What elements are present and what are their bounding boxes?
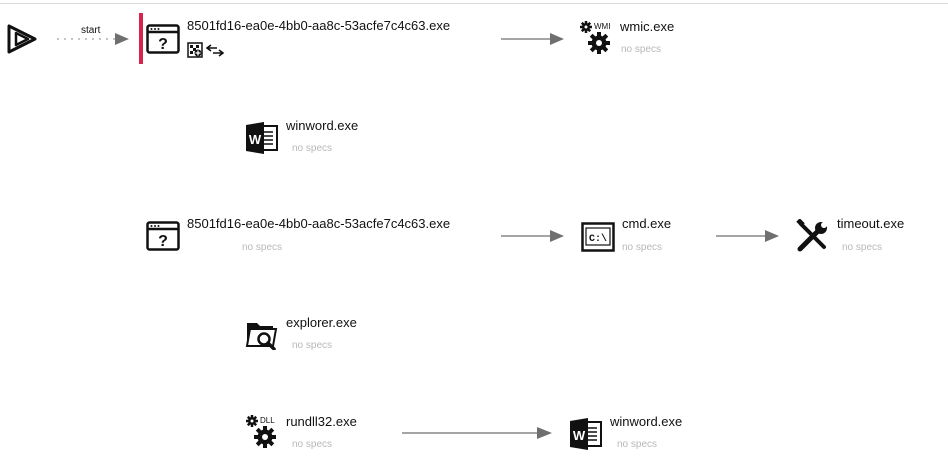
selected-process-marker	[139, 13, 143, 64]
process-specs: no specs	[292, 340, 333, 351]
folder-search-icon[interactable]	[245, 318, 279, 350]
unknown-window-icon[interactable]: ?	[146, 24, 180, 54]
process-specs: no specs	[292, 439, 333, 450]
edge-arrow	[500, 32, 566, 46]
process-specs: no specs	[242, 242, 283, 253]
unknown-window-icon[interactable]: ?	[146, 221, 180, 251]
start-connector	[55, 30, 133, 48]
process-name[interactable]: 8501fd16-ea0e-4bb0-aa8c-53acfe7c4c63.exe	[187, 216, 450, 231]
process-name[interactable]: cmd.exe	[622, 216, 671, 231]
network-icon	[187, 42, 203, 58]
word-icon-letter: W	[573, 428, 586, 443]
process-specs: no specs	[622, 242, 663, 253]
word-icon-letter: W	[249, 132, 262, 147]
process-name[interactable]: 8501fd16-ea0e-4bb0-aa8c-53acfe7c4c63.exe	[187, 18, 450, 33]
wmi-icon-text: WMI	[594, 22, 610, 31]
process-name[interactable]: wmic.exe	[620, 19, 674, 34]
process-name[interactable]: winword.exe	[286, 118, 358, 133]
wmi-gear-icon[interactable]: WMI	[579, 20, 613, 56]
process-name[interactable]: rundll32.exe	[286, 414, 357, 429]
play-start-icon	[5, 22, 39, 56]
edge-arrow	[401, 426, 557, 440]
cmd-icon[interactable]: C:\	[581, 222, 615, 252]
dll-gear-icon[interactable]: DLL	[245, 414, 279, 450]
tools-icon[interactable]	[796, 219, 830, 253]
process-specs: no specs	[842, 242, 883, 253]
svg-text:?: ?	[158, 233, 168, 250]
process-specs: no specs	[292, 143, 333, 154]
word-icon[interactable]: W	[569, 417, 603, 451]
process-name[interactable]: winword.exe	[610, 414, 682, 429]
edge-arrow	[500, 229, 566, 243]
svg-text:?: ?	[158, 36, 168, 53]
dll-icon-text: DLL	[260, 416, 275, 425]
process-name[interactable]: timeout.exe	[837, 216, 904, 231]
edge-arrow	[715, 229, 781, 243]
process-specs: no specs	[621, 44, 662, 55]
word-icon[interactable]: W	[245, 121, 279, 155]
process-name[interactable]: explorer.exe	[286, 315, 357, 330]
cmd-icon-text: C:\	[589, 233, 607, 245]
process-specs: no specs	[617, 439, 658, 450]
swap-arrows-icon	[205, 42, 225, 58]
top-divider	[0, 3, 948, 4]
